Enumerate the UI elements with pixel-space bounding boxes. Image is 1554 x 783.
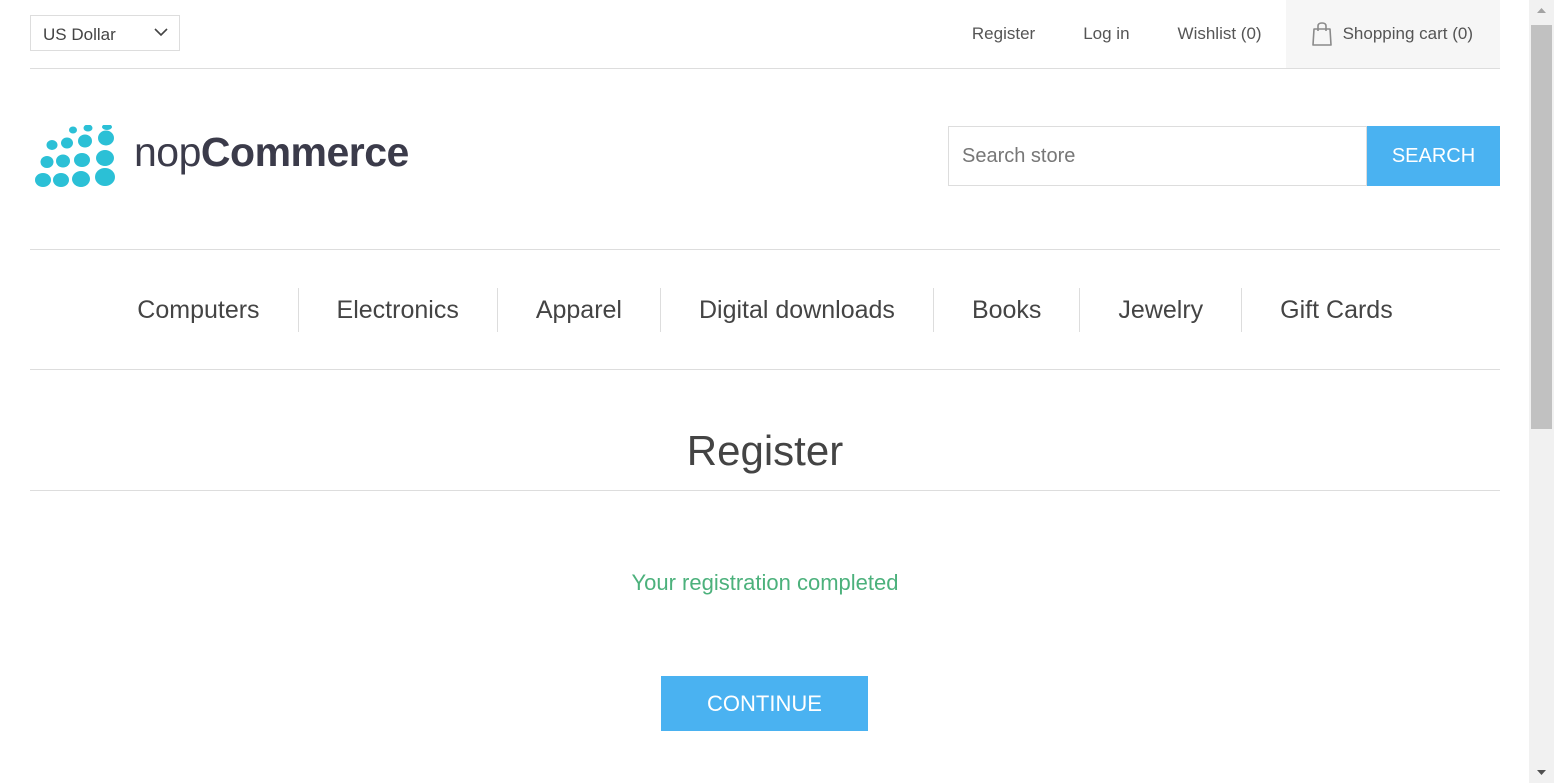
scroll-down-arrow-icon[interactable]	[1529, 763, 1554, 783]
store-logo[interactable]: nopCommerce	[33, 125, 409, 191]
shopping-cart-link[interactable]: Shopping cart (0)	[1285, 0, 1500, 68]
registration-result-message: Your registration completed	[631, 570, 899, 595]
header-links: Register Log in Wishlist (0) Shopping ca…	[948, 0, 1500, 68]
shopping-cart-label: Shopping cart (0)	[1342, 24, 1473, 43]
scroll-up-arrow-icon[interactable]	[1529, 0, 1554, 20]
continue-button[interactable]: Continue	[661, 676, 868, 731]
page-title: Register	[686, 427, 844, 474]
logo-dots-icon	[35, 125, 115, 187]
menu-item-jewelry[interactable]: Jewelry	[1079, 287, 1241, 332]
top-menu: Computers Electronics Apparel Digital do…	[30, 249, 1500, 370]
menu-item-books[interactable]: Books	[932, 287, 1079, 332]
currency-selector-value: US Dollar	[43, 25, 116, 44]
page: US Dollar Register Log in Wishlist (0) S…	[0, 0, 1554, 783]
currency-selector[interactable]: US Dollar	[30, 15, 180, 51]
menu-item-digital-downloads[interactable]: Digital downloads	[659, 287, 933, 332]
chevron-down-icon	[154, 28, 168, 37]
logo-text: nopCommerce	[134, 129, 409, 175]
login-link[interactable]: Log in	[1059, 0, 1153, 68]
search-button[interactable]: Search	[1367, 126, 1500, 186]
register-link[interactable]: Register	[948, 0, 1059, 68]
search-input[interactable]	[948, 126, 1367, 186]
menu-item-gift-cards[interactable]: Gift Cards	[1241, 287, 1431, 332]
wishlist-link[interactable]: Wishlist (0)	[1154, 0, 1286, 68]
menu-item-electronics[interactable]: Electronics	[297, 287, 497, 332]
menu-item-apparel[interactable]: Apparel	[496, 287, 660, 332]
header-upper: US Dollar Register Log in Wishlist (0) S…	[30, 0, 1500, 69]
page-title-container: Register	[30, 420, 1500, 491]
shopping-bag-icon	[1311, 22, 1332, 46]
scrollbar-thumb[interactable]	[1531, 25, 1552, 429]
menu-item-computers[interactable]: Computers	[99, 288, 297, 332]
vertical-scrollbar[interactable]	[1529, 0, 1554, 783]
